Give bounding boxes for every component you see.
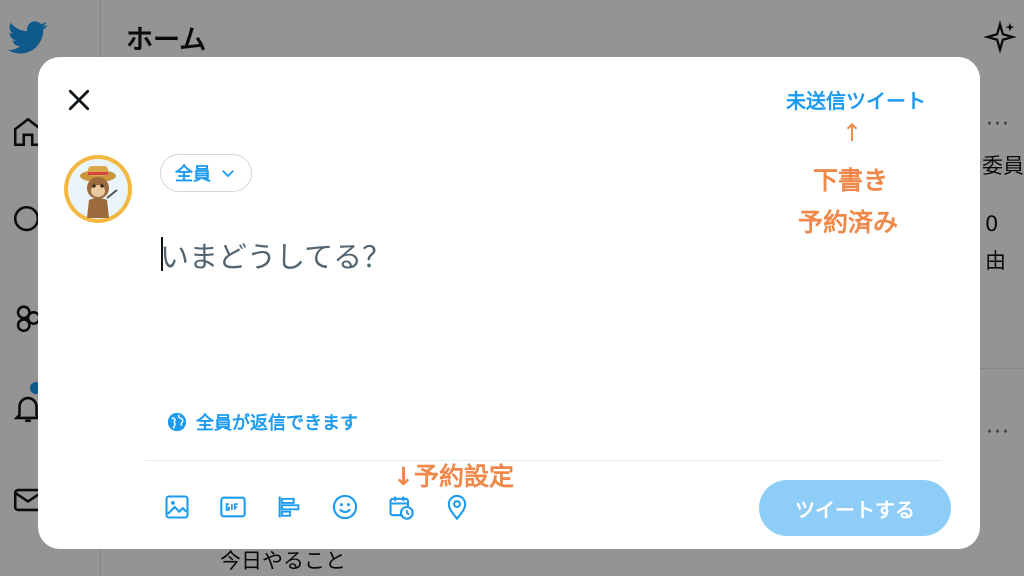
emoji-button[interactable] <box>328 490 362 524</box>
unsent-tweets-link[interactable]: 未送信ツイート <box>786 85 926 114</box>
chevron-down-icon <box>222 170 234 178</box>
tweet-button[interactable]: ツイートする <box>759 480 951 536</box>
close-icon <box>68 89 90 111</box>
globe-icon <box>167 412 187 432</box>
reply-setting-button[interactable]: 全員が返信できます <box>166 409 358 435</box>
reply-setting-label: 全員が返信できます <box>196 413 358 434</box>
annotation-text: 下書き <box>813 166 889 195</box>
compose-toolbar <box>160 490 474 524</box>
poll-button[interactable] <box>272 490 306 524</box>
compose-tweet-dialog: 未送信ツイート ↑ 下書き 予約済み 全員 全員が返信できます ↓予約設定 <box>38 57 980 549</box>
audience-selector[interactable]: 全員 <box>160 154 252 192</box>
location-button[interactable] <box>440 490 474 524</box>
annotation-arrow: ↑ <box>842 119 863 147</box>
audience-label: 全員 <box>175 164 211 185</box>
close-button[interactable] <box>64 85 94 115</box>
location-icon <box>447 494 467 521</box>
compose-input[interactable] <box>160 235 760 279</box>
media-button[interactable] <box>160 490 194 524</box>
emoji-icon <box>332 494 358 520</box>
gif-icon <box>220 496 246 518</box>
avatar[interactable] <box>63 154 133 224</box>
annotation-text: 予約済み <box>798 208 899 237</box>
toolbar-divider <box>145 460 942 461</box>
annotation-text: ↓予約設定 <box>393 462 514 491</box>
schedule-icon <box>389 496 414 520</box>
image-icon <box>165 495 189 519</box>
schedule-button[interactable] <box>384 490 418 524</box>
gif-button[interactable] <box>216 490 250 524</box>
poll-icon <box>278 496 300 518</box>
